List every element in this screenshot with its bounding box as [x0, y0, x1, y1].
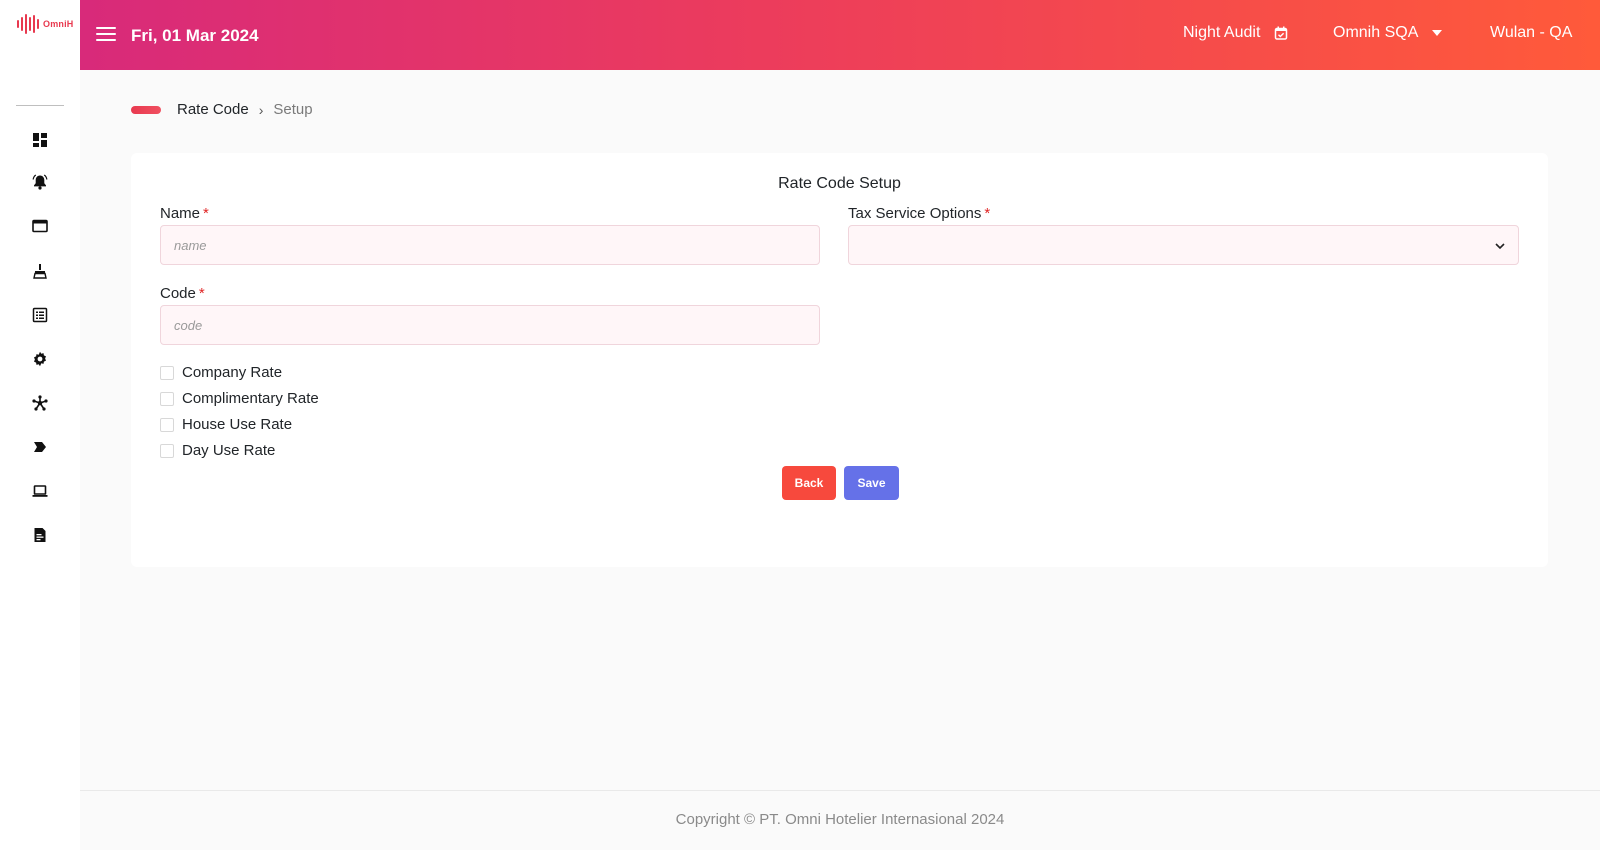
checkbox-box[interactable]	[160, 443, 174, 458]
company-rate-checkbox[interactable]: Company Rate	[160, 364, 282, 381]
document-icon[interactable]	[31, 526, 49, 544]
form-title: Rate Code Setup	[778, 175, 901, 192]
breadcrumb-parent[interactable]: Rate Code	[177, 101, 249, 118]
breadcrumb-current: Setup	[273, 101, 313, 118]
checkbox-box[interactable]	[160, 365, 174, 380]
sidebar: OmniH	[0, 0, 80, 850]
bell-icon[interactable]	[31, 173, 49, 191]
required-mark: *	[198, 285, 205, 302]
code-label-text: Code	[160, 285, 196, 302]
sidebar-divider	[16, 105, 64, 106]
caret-down-icon	[1432, 30, 1443, 36]
user-menu[interactable]: Wulan - QA	[1490, 24, 1572, 42]
house-use-rate-checkbox[interactable]: House Use Rate	[160, 416, 292, 433]
gear-icon[interactable]	[31, 350, 49, 368]
list-icon[interactable]	[31, 306, 49, 324]
required-mark: *	[984, 205, 991, 222]
code-input[interactable]	[160, 305, 820, 345]
calendar-check-icon	[1275, 26, 1288, 40]
tax-service-label: Tax Service Options *	[848, 205, 990, 222]
hotel-selector[interactable]: Omnih SQA	[1333, 24, 1443, 42]
night-audit-button[interactable]: Night Audit	[1183, 24, 1288, 42]
chevron-right-icon: ›	[258, 101, 264, 118]
day-use-rate-checkbox[interactable]: Day Use Rate	[160, 442, 275, 459]
copyright-text: Copyright © PT. Omni Hotelier Internasio…	[675, 811, 1005, 828]
window-icon[interactable]	[31, 217, 49, 235]
cleaning-icon[interactable]	[31, 262, 49, 280]
rate-code-form-card: Rate Code Setup Name* Tax Service Option…	[131, 153, 1548, 567]
checkbox-box[interactable]	[160, 417, 174, 432]
hamburger-menu-icon[interactable]	[96, 27, 116, 43]
complimentary-rate-checkbox[interactable]: Complimentary Rate	[160, 390, 319, 407]
logo-mark	[17, 14, 39, 34]
chevron-down-icon	[1495, 243, 1505, 250]
breadcrumb: Rate Code › Setup	[177, 101, 313, 118]
footer: Copyright © PT. Omni Hotelier Internasio…	[80, 790, 1600, 850]
tax-service-select[interactable]	[848, 225, 1519, 265]
breadcrumb-accent	[131, 106, 161, 114]
code-label: Code *	[160, 285, 205, 302]
back-button[interactable]: Back	[782, 466, 836, 500]
checkbox-label: Complimentary Rate	[182, 390, 319, 407]
network-icon[interactable]	[31, 394, 49, 412]
checkbox-box[interactable]	[160, 391, 174, 406]
name-label-text: Name	[160, 205, 201, 222]
checkbox-label: Day Use Rate	[182, 442, 276, 459]
app-logo[interactable]: OmniH	[17, 14, 74, 34]
checkbox-label: Company Rate	[182, 364, 283, 381]
name-label: Name *	[160, 205, 209, 222]
tax-service-label-text: Tax Service Options	[848, 205, 982, 222]
save-button[interactable]: Save	[844, 466, 899, 500]
checkbox-label: House Use Rate	[182, 416, 293, 433]
night-audit-label: Night Audit	[1183, 24, 1261, 41]
dashboard-icon[interactable]	[31, 131, 49, 149]
top-header: Fri, 01 Mar 2024 Night Audit Omnih SQA W…	[80, 0, 1600, 70]
tag-arrow-icon[interactable]	[31, 438, 49, 456]
name-input[interactable]	[160, 225, 820, 265]
header-date: Fri, 01 Mar 2024	[131, 26, 259, 45]
required-mark: *	[203, 205, 209, 222]
logo-text: OmniH	[43, 19, 74, 29]
laptop-icon[interactable]	[31, 482, 49, 500]
hotel-name: Omnih SQA	[1333, 24, 1419, 41]
